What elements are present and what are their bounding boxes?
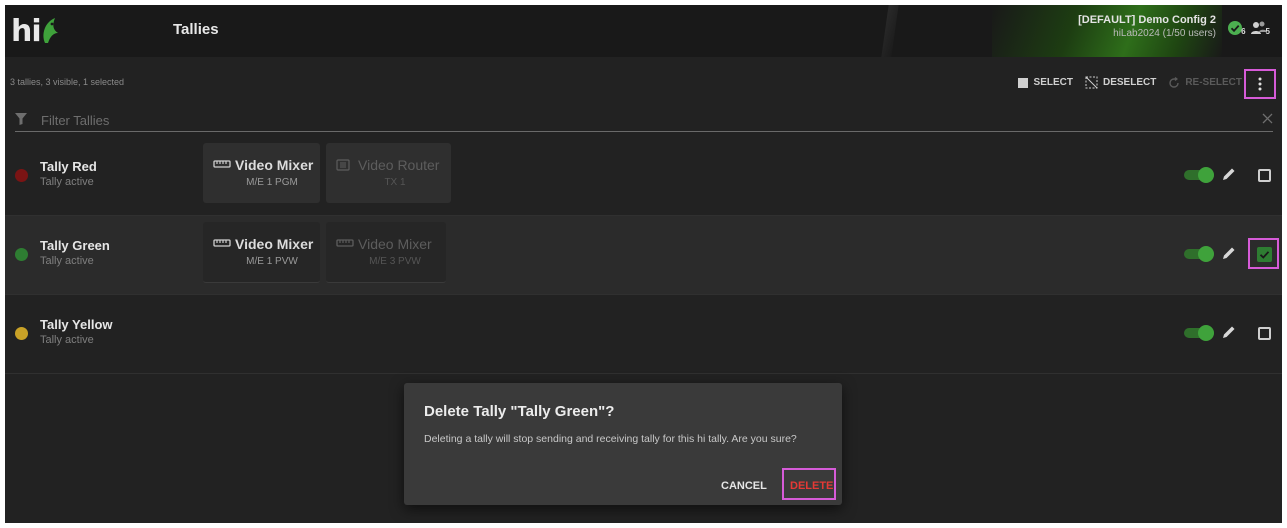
mixer-icon xyxy=(336,239,354,247)
source-name: Video Mixer xyxy=(235,236,314,252)
check-icon xyxy=(1259,251,1270,259)
tally-row[interactable]: Tally Green Tally active Video Mixer M/E… xyxy=(5,216,1282,295)
select-all-icon xyxy=(1017,77,1028,88)
status-users[interactable]: 5 xyxy=(1250,20,1270,36)
select-label: SELECT xyxy=(1033,77,1073,88)
source-detail: M/E 1 PVW xyxy=(246,256,298,267)
mixer-icon xyxy=(213,239,231,247)
logo-text: hi xyxy=(11,13,42,49)
reselect-button[interactable]: RE-SELECT xyxy=(1168,76,1242,89)
refresh-icon xyxy=(1169,76,1180,88)
source-name: Video Mixer xyxy=(358,236,432,252)
tally-counts: 3 tallies, 3 visible, 1 selected xyxy=(10,77,125,87)
tally-row[interactable]: Tally Red Tally active Video Mixer M/E 1… xyxy=(5,137,1282,216)
tally-color-indicator xyxy=(15,169,28,182)
edit-pencil-icon[interactable] xyxy=(1222,167,1236,181)
status-check[interactable]: 6 xyxy=(1227,20,1246,36)
dialog-title: Delete Tally "Tally Green"? xyxy=(424,403,615,420)
deselect-label: DESELECT xyxy=(1102,77,1157,88)
filter-bar xyxy=(15,109,1273,132)
fish-logo-icon xyxy=(43,18,58,43)
toolbar: 3 tallies, 3 visible, 1 selected SELECT … xyxy=(5,57,1282,109)
edit-pencil-icon[interactable] xyxy=(1222,325,1236,339)
tally-status: Tally active xyxy=(40,176,94,188)
reselect-label: RE-SELECT xyxy=(1185,77,1242,88)
tally-enable-toggle[interactable] xyxy=(1184,167,1214,183)
source-card[interactable]: Video Mixer M/E 1 PGM xyxy=(203,143,320,203)
tally-enable-toggle[interactable] xyxy=(1184,325,1214,341)
toggle-knob xyxy=(1198,246,1214,262)
status-check-count: 6 xyxy=(1241,27,1246,36)
tally-name: Tally Red xyxy=(40,159,97,174)
tally-select-checkbox[interactable] xyxy=(1258,169,1271,182)
header-stripe xyxy=(881,5,899,57)
tally-status: Tally active xyxy=(40,334,94,346)
config-info[interactable]: [DEFAULT] Demo Config 2 hiLab2024 (1/50 … xyxy=(1078,14,1216,39)
config-user: hiLab2024 (1/50 users) xyxy=(1113,28,1216,39)
selection-actions: SELECT DESELECT RE-SELECT xyxy=(1017,76,1242,89)
filter-icon xyxy=(15,113,27,125)
toggle-knob xyxy=(1198,325,1214,341)
clear-filter-icon[interactable] xyxy=(1262,113,1273,124)
deselect-icon xyxy=(1085,76,1098,89)
tally-status: Tally active xyxy=(40,255,94,267)
tally-enable-toggle[interactable] xyxy=(1184,246,1214,262)
tally-color-indicator xyxy=(15,327,28,340)
tally-color-indicator xyxy=(15,248,28,261)
deselect-button[interactable]: DESELECT xyxy=(1085,76,1156,89)
more-options-button[interactable] xyxy=(1244,69,1276,99)
app-logo[interactable]: hi xyxy=(11,11,61,51)
app-window: hi Tallies [DEFAULT] Demo Config 2 hiLab… xyxy=(5,5,1282,523)
delete-confirm-dialog: Delete Tally "Tally Green"? Deleting a t… xyxy=(404,383,842,505)
source-card[interactable]: Video Router TX 1 xyxy=(326,143,451,203)
toggle-knob xyxy=(1198,167,1214,183)
router-icon xyxy=(336,159,350,171)
source-card[interactable]: Video Mixer M/E 1 PVW xyxy=(203,222,320,283)
cancel-button[interactable]: CANCEL xyxy=(721,480,767,492)
select-button[interactable]: SELECT xyxy=(1017,77,1073,89)
config-name: [DEFAULT] Demo Config 2 xyxy=(1078,14,1216,26)
source-detail: TX 1 xyxy=(384,177,406,188)
edit-pencil-icon[interactable] xyxy=(1222,246,1236,260)
tally-row[interactable]: Tally Yellow Tally active xyxy=(5,295,1282,374)
tally-name: Tally Yellow xyxy=(40,317,113,332)
app-header: hi Tallies [DEFAULT] Demo Config 2 hiLab… xyxy=(5,5,1282,57)
tally-select-checkbox[interactable] xyxy=(1257,247,1272,262)
source-card[interactable]: Video Mixer M/E 3 PVW xyxy=(326,222,446,283)
tally-name: Tally Green xyxy=(40,238,110,253)
source-name: Video Router xyxy=(358,157,440,173)
page-title: Tallies xyxy=(173,21,219,38)
filter-input[interactable] xyxy=(39,109,1243,131)
status-indicators: 6 5 xyxy=(1227,20,1270,36)
status-users-count: 5 xyxy=(1265,27,1270,36)
source-detail: M/E 3 PVW xyxy=(369,256,421,267)
tally-select-checkbox[interactable] xyxy=(1258,327,1271,340)
source-detail: M/E 1 PGM xyxy=(246,177,298,188)
dialog-message: Deleting a tally will stop sending and r… xyxy=(424,433,797,445)
mixer-icon xyxy=(213,160,231,168)
delete-button[interactable]: DELETE xyxy=(790,480,833,492)
more-vertical-icon xyxy=(1258,77,1262,91)
source-name: Video Mixer xyxy=(235,157,314,173)
